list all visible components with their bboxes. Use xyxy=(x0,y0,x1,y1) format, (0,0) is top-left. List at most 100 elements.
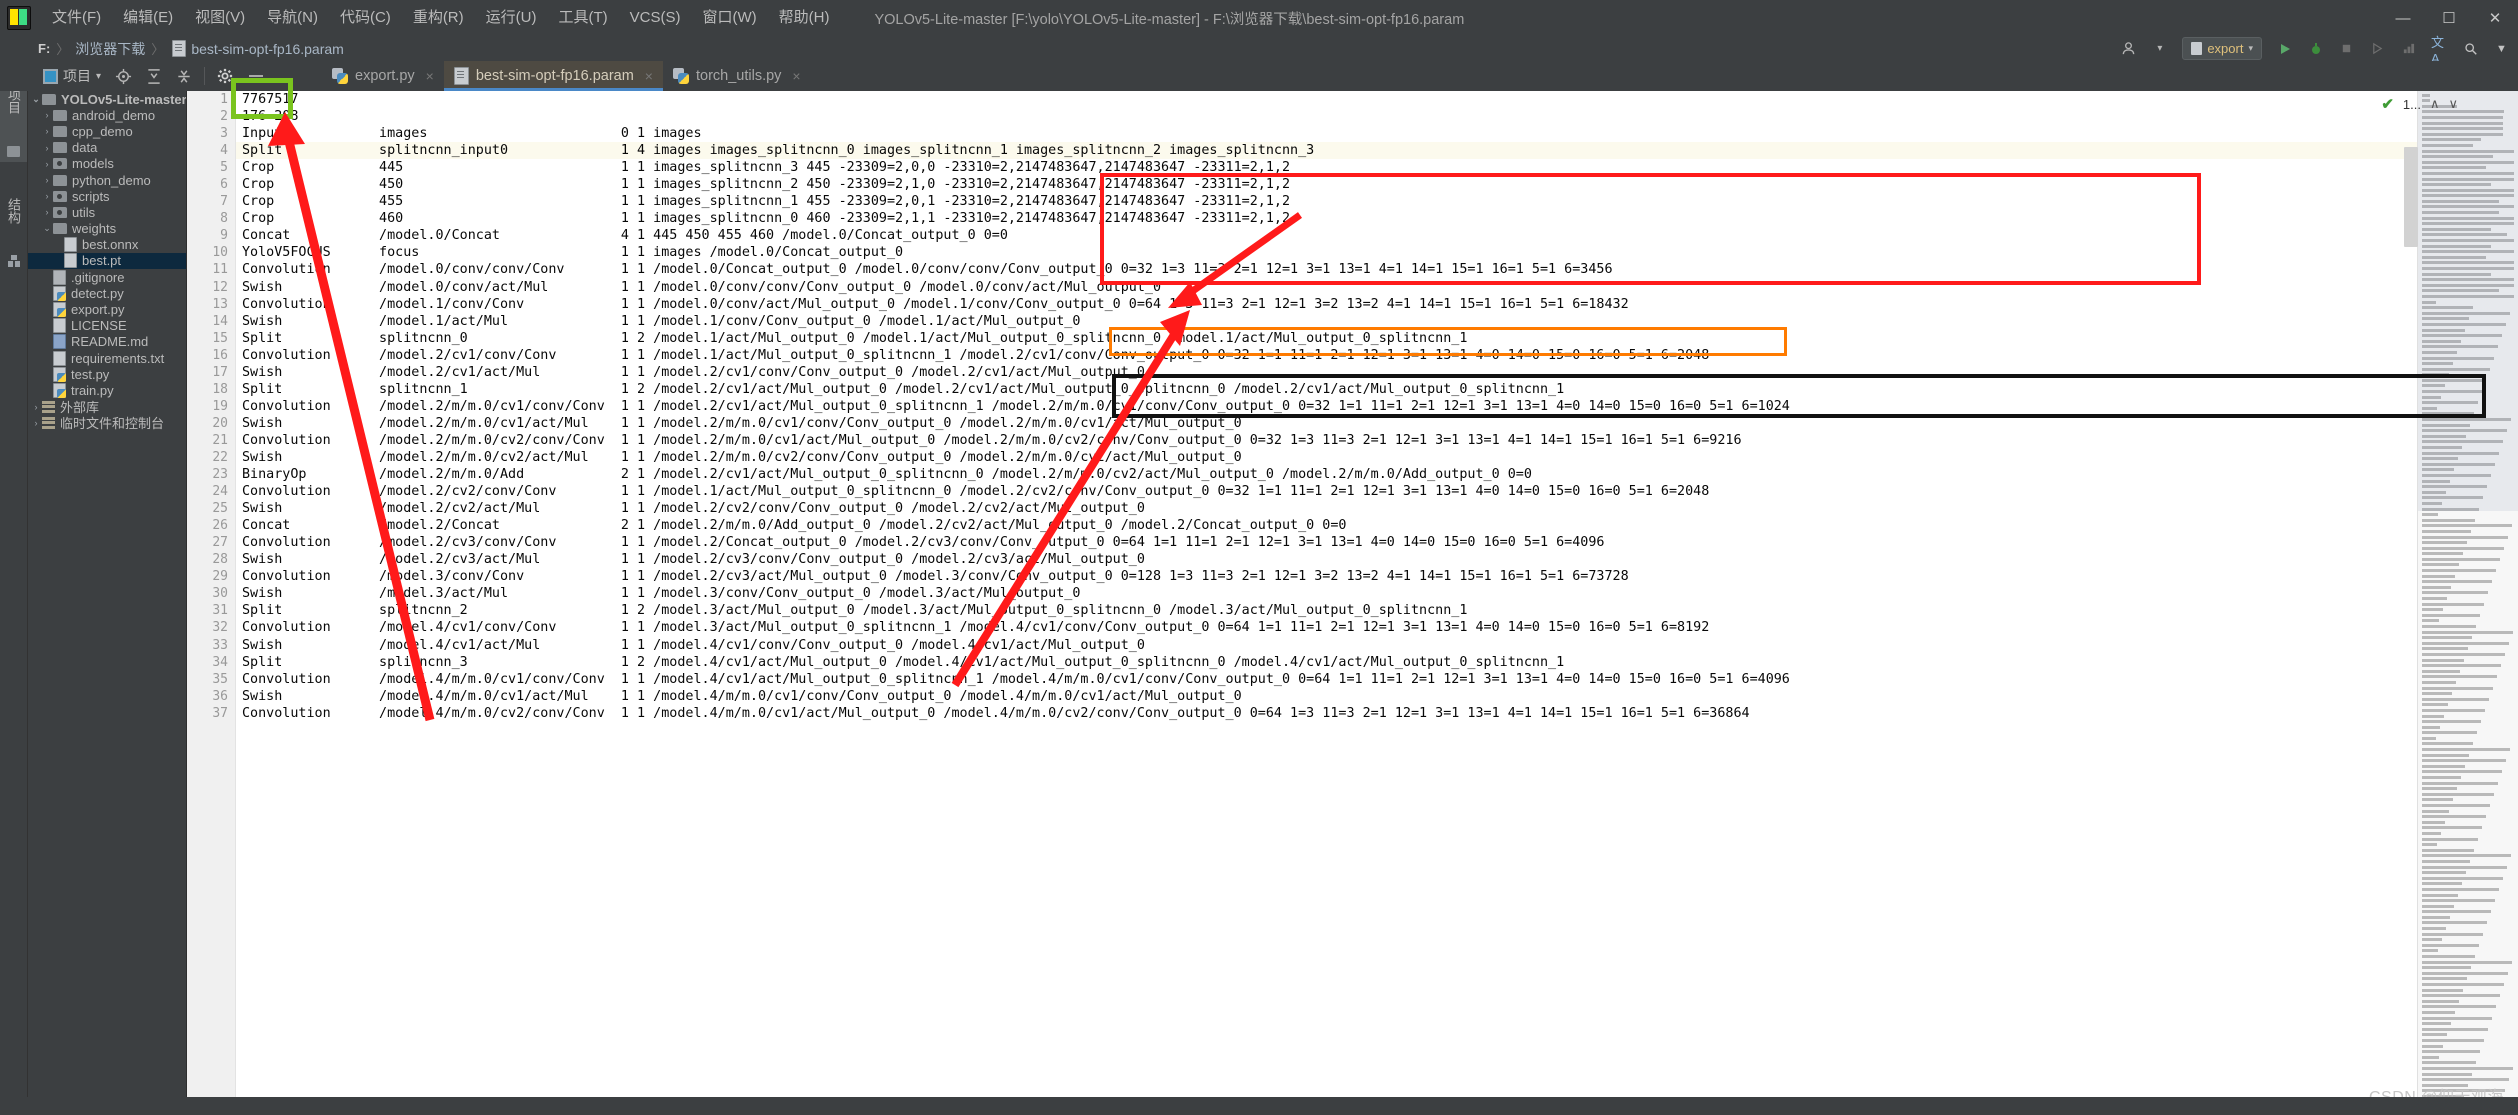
previous-problem-icon[interactable]: ∧ xyxy=(2430,96,2440,112)
menu-window[interactable]: 窗口(W) xyxy=(691,0,767,36)
tree-item-best-onnx[interactable]: best.onnx xyxy=(28,237,186,253)
run-icon[interactable] xyxy=(2276,40,2293,57)
code-line-35[interactable]: Convolution /model.4/m/m.0/cv1/conv/Conv… xyxy=(236,671,2518,688)
code-line-13[interactable]: Convolution /model.1/conv/Conv 1 1 /mode… xyxy=(236,296,2518,313)
tree-item----[interactable]: › 外部库 xyxy=(28,399,186,415)
editor-tab-2[interactable]: torch_utils.py × xyxy=(663,61,811,91)
tree-item-train-py[interactable]: train.py xyxy=(28,382,186,398)
code-line-21[interactable]: Convolution /model.2/m/m.0/cv2/conv/Conv… xyxy=(236,432,2518,449)
collapse-all-button[interactable] xyxy=(169,61,199,91)
menu-navigate[interactable]: 导航(N) xyxy=(256,0,329,36)
tree-item-requirements-txt[interactable]: requirements.txt xyxy=(28,350,186,366)
code-line-1[interactable]: 7767517 xyxy=(236,91,2518,108)
chevron-right-icon[interactable]: › xyxy=(41,159,53,169)
code-line-34[interactable]: Split splitncnn_3 1 2 /model.4/cv1/act/M… xyxy=(236,654,2518,671)
code-line-22[interactable]: Swish /model.2/m/m.0/cv2/act/Mul 1 1 /mo… xyxy=(236,449,2518,466)
tree-item-readme-md[interactable]: README.md xyxy=(28,334,186,350)
tool-window-structure[interactable]: 结构 xyxy=(0,172,27,250)
tree-item-scripts[interactable]: › scripts xyxy=(28,188,186,204)
chevron-right-icon[interactable]: › xyxy=(41,207,53,217)
code-line-30[interactable]: Swish /model.3/act/Mul 1 1 /model.3/conv… xyxy=(236,585,2518,602)
code-line-12[interactable]: Swish /model.0/conv/act/Mul 1 1 /model.0… xyxy=(236,279,2518,296)
code-line-8[interactable]: Crop 460 1 1 images_splitncnn_0 460 -233… xyxy=(236,210,2518,227)
search-icon[interactable] xyxy=(2462,40,2479,57)
code-line-29[interactable]: Convolution /model.3/conv/Conv 1 1 /mode… xyxy=(236,568,2518,585)
menu-refactor[interactable]: 重构(R) xyxy=(402,0,475,36)
close-tab-icon[interactable]: × xyxy=(426,68,434,84)
code-line-23[interactable]: BinaryOp /model.2/m/m.0/Add 2 1 /model.2… xyxy=(236,466,2518,483)
minimize-button[interactable]: — xyxy=(2380,0,2426,36)
code-line-5[interactable]: Crop 445 1 1 images_splitncnn_3 445 -233… xyxy=(236,159,2518,176)
chevron-right-icon[interactable]: › xyxy=(41,191,53,201)
project-panel-title[interactable]: 项目 ▾ xyxy=(36,61,108,91)
editor-tab-1[interactable]: best-sim-opt-fp16.param × xyxy=(443,61,664,91)
locate-file-button[interactable] xyxy=(108,61,139,91)
code-line-17[interactable]: Swish /model.2/cv1/act/Mul 1 1 /model.2/… xyxy=(236,364,2518,381)
code-line-32[interactable]: Convolution /model.4/cv1/conv/Conv 1 1 /… xyxy=(236,619,2518,636)
code-line-24[interactable]: Convolution /model.2/cv2/conv/Conv 1 1 /… xyxy=(236,483,2518,500)
stop-icon[interactable] xyxy=(2338,40,2355,57)
code-line-36[interactable]: Swish /model.4/m/m.0/cv1/act/Mul 1 1 /mo… xyxy=(236,688,2518,705)
tree-item-weights[interactable]: ⌄ weights xyxy=(28,221,186,237)
breadcrumb-folder[interactable]: 浏览器下载 xyxy=(75,39,145,59)
chevron-down-icon[interactable]: ▾ xyxy=(2151,40,2168,57)
chevron-right-icon[interactable]: › xyxy=(30,418,42,428)
code-line-2[interactable]: 176 208 xyxy=(236,108,2518,125)
collapse-icon[interactable]: ▼ xyxy=(2493,40,2510,57)
chevron-right-icon[interactable]: › xyxy=(41,110,53,120)
menu-run[interactable]: 运行(U) xyxy=(475,0,548,36)
menu-edit[interactable]: 编辑(E) xyxy=(112,0,184,36)
tree-item-license[interactable]: LICENSE xyxy=(28,318,186,334)
code-line-18[interactable]: Split splitncnn_1 1 2 /model.2/cv1/act/M… xyxy=(236,381,2518,398)
chevron-down-icon[interactable]: ⌄ xyxy=(30,94,42,105)
chevron-right-icon[interactable]: › xyxy=(41,175,53,185)
inspection-widget[interactable]: ✔ 1... ∧ ∨ xyxy=(2381,95,2458,113)
tree-item-utils[interactable]: › utils xyxy=(28,204,186,220)
code-line-6[interactable]: Crop 450 1 1 images_splitncnn_2 450 -233… xyxy=(236,176,2518,193)
menu-help[interactable]: 帮助(H) xyxy=(768,0,841,36)
code-content[interactable]: 7767517 176 208 Input images 0 1 images Spl… xyxy=(236,91,2518,1097)
hide-panel-button[interactable] xyxy=(240,61,272,91)
tree-item-best-pt[interactable]: best.pt xyxy=(28,252,186,270)
menu-file[interactable]: 文件(F) xyxy=(41,0,112,36)
editor-tab-0[interactable]: export.py × xyxy=(322,61,444,91)
coverage-icon[interactable] xyxy=(2369,40,2386,57)
project-tree[interactable]: ⌄YOLOv5-Lite-masterF:\yolo\›android_demo… xyxy=(28,91,187,1097)
tree-item-data[interactable]: › data xyxy=(28,140,186,156)
vertical-scrollbar-thumb[interactable] xyxy=(2404,147,2418,247)
code-line-15[interactable]: Split splitncnn_0 1 2 /model.1/act/Mul_o… xyxy=(236,330,2518,347)
tree-item-models[interactable]: › models xyxy=(28,156,186,172)
code-line-28[interactable]: Swish /model.2/cv3/act/Mul 1 1 /model.2/… xyxy=(236,551,2518,568)
chevron-down-icon[interactable]: ⌄ xyxy=(41,223,53,234)
menu-code[interactable]: 代码(C) xyxy=(329,0,402,36)
code-line-16[interactable]: Convolution /model.2/cv1/conv/Conv 1 1 /… xyxy=(236,347,2518,364)
code-line-37[interactable]: Convolution /model.4/m/m.0/cv2/conv/Conv… xyxy=(236,705,2518,722)
run-configuration-selector[interactable]: export ▾ xyxy=(2182,37,2262,60)
tree-item-detect-py[interactable]: detect.py xyxy=(28,285,186,301)
menu-tools[interactable]: 工具(T) xyxy=(547,0,618,36)
tree-item-test-py[interactable]: test.py xyxy=(28,366,186,382)
code-line-20[interactable]: Swish /model.2/m/m.0/cv1/act/Mul 1 1 /mo… xyxy=(236,415,2518,432)
breadcrumb-file[interactable]: best-sim-opt-fp16.param xyxy=(191,41,344,57)
tree-item-yolov5-lite-master[interactable]: ⌄YOLOv5-Lite-masterF:\yolo\ xyxy=(28,91,186,107)
user-icon[interactable] xyxy=(2120,40,2137,57)
code-line-26[interactable]: Concat /model.2/Concat 2 1 /model.2/m/m.… xyxy=(236,517,2518,534)
code-line-4[interactable]: Split splitncnn_input0 1 4 images images… xyxy=(236,142,2518,160)
chevron-right-icon[interactable]: › xyxy=(41,126,53,136)
code-line-9[interactable]: Concat /model.0/Concat 4 1 445 450 455 4… xyxy=(236,227,2518,244)
code-line-31[interactable]: Split splitncnn_2 1 2 /model.3/act/Mul_o… xyxy=(236,602,2518,619)
close-button[interactable]: ✕ xyxy=(2472,0,2518,36)
code-line-7[interactable]: Crop 455 1 1 images_splitncnn_1 455 -233… xyxy=(236,193,2518,210)
debug-icon[interactable] xyxy=(2307,40,2324,57)
close-tab-icon[interactable]: × xyxy=(645,68,653,84)
editor-minimap[interactable] xyxy=(2417,91,2518,1097)
code-line-11[interactable]: Convolution /model.0/conv/conv/Conv 1 1 … xyxy=(236,261,2518,278)
minimap-viewport[interactable] xyxy=(2418,91,2518,511)
tree-item---------[interactable]: › 临时文件和控制台 xyxy=(28,415,186,431)
tree-item--gitignore[interactable]: .gitignore xyxy=(28,269,186,285)
tree-item-export-py[interactable]: export.py xyxy=(28,301,186,318)
code-line-14[interactable]: Swish /model.1/act/Mul 1 1 /model.1/conv… xyxy=(236,313,2518,330)
translate-icon[interactable]: 文A xyxy=(2431,35,2448,66)
code-line-3[interactable]: Input images 0 1 images xyxy=(236,125,2518,142)
code-line-19[interactable]: Convolution /model.2/m/m.0/cv1/conv/Conv… xyxy=(236,398,2518,415)
